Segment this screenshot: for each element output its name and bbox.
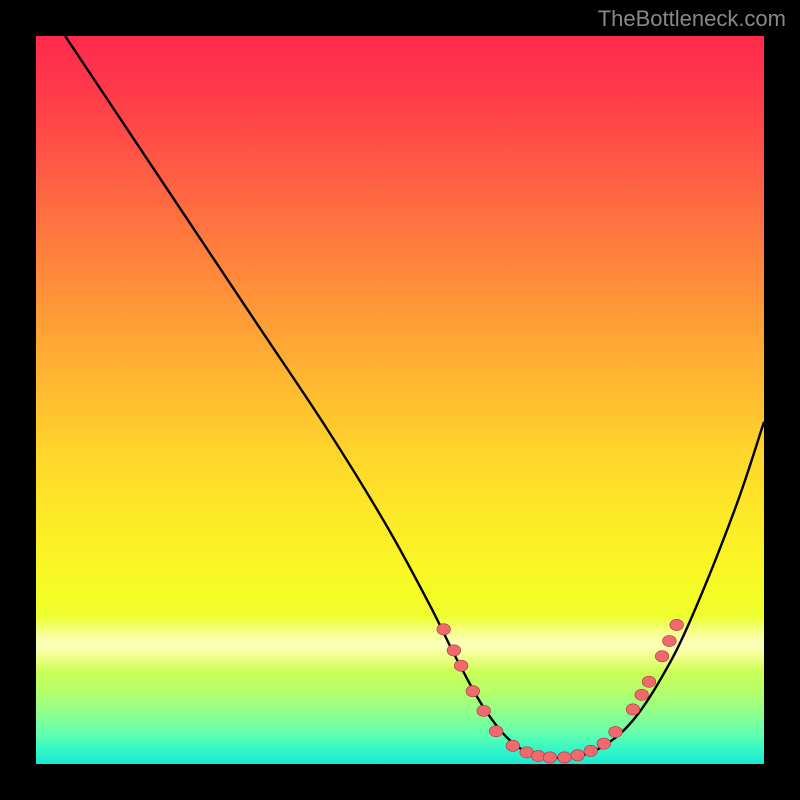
curve-svg xyxy=(36,36,764,764)
curve-dot xyxy=(584,745,598,756)
curve-dot xyxy=(506,740,520,751)
curve-dot xyxy=(663,635,677,646)
curve-dot xyxy=(626,704,640,715)
curve-dot xyxy=(454,660,468,671)
bottleneck-curve xyxy=(65,36,764,758)
curve-dot xyxy=(447,645,461,656)
curve-dot xyxy=(543,752,557,763)
plot-area xyxy=(36,36,764,764)
watermark-text: TheBottleneck.com xyxy=(598,6,786,32)
curve-dot xyxy=(466,686,480,697)
curve-dot xyxy=(655,651,669,662)
curve-dot xyxy=(477,705,491,716)
curve-dot xyxy=(558,752,572,763)
curve-dot xyxy=(571,750,585,761)
curve-dot xyxy=(597,738,611,749)
curve-dot xyxy=(670,619,684,630)
curve-dot xyxy=(437,624,451,635)
curve-dot xyxy=(642,676,656,687)
curve-dot xyxy=(635,689,649,700)
trough-dots-group xyxy=(437,619,684,763)
chart-container: TheBottleneck.com xyxy=(0,0,800,800)
curve-dot xyxy=(489,726,503,737)
curve-dot xyxy=(609,726,623,737)
